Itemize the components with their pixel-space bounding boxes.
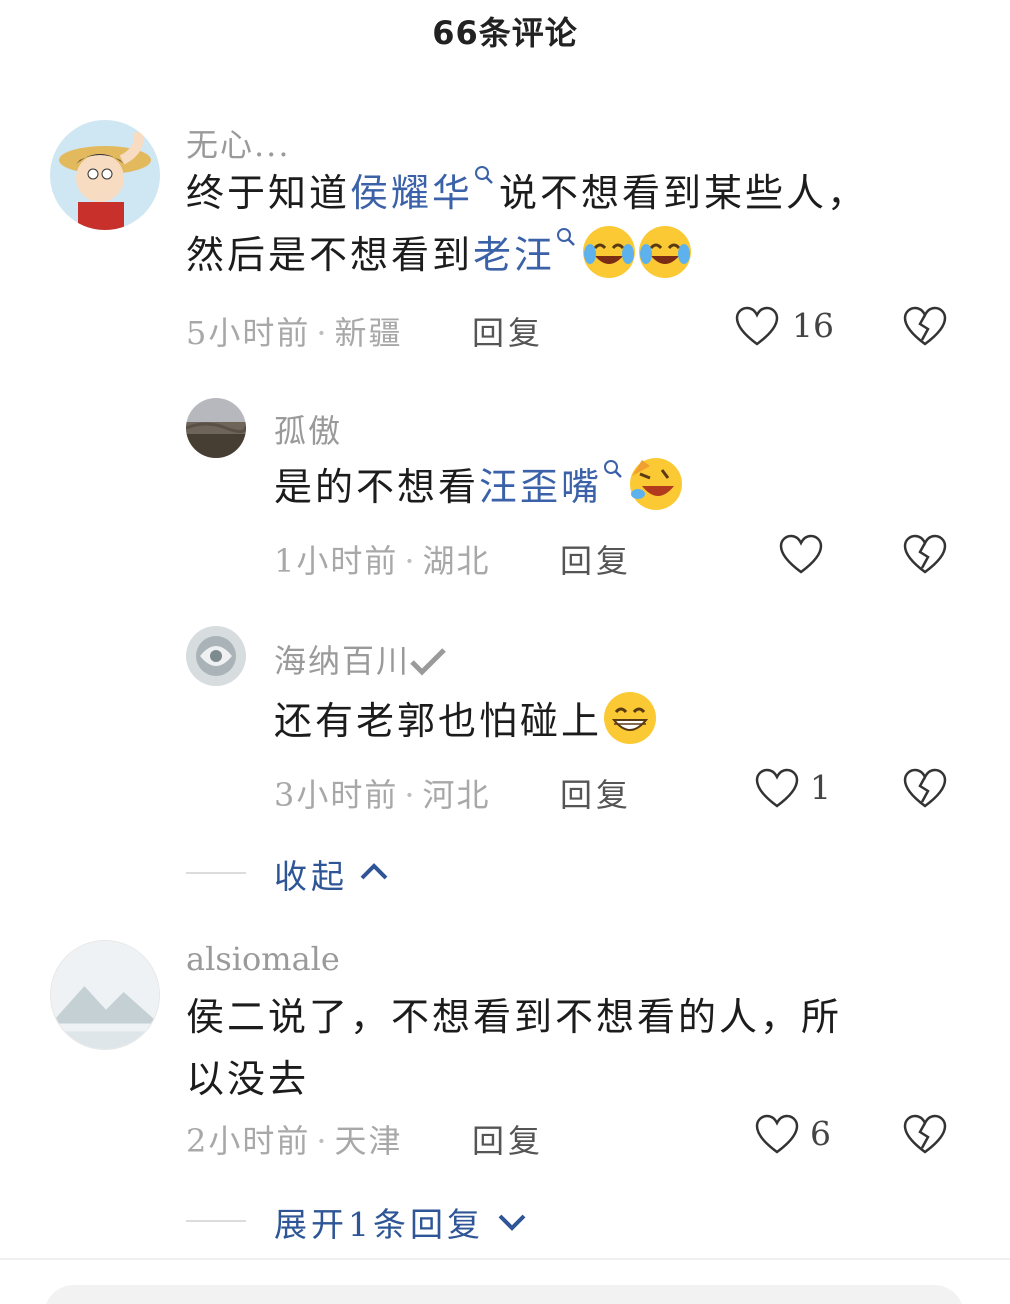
- broken-heart-icon[interactable]: [902, 532, 948, 578]
- comment-text: 侯二说了，不想看到不想看的人，所 以没去: [186, 995, 843, 1101]
- broken-heart-icon[interactable]: [902, 766, 948, 812]
- laugh-cry-emoji: [639, 226, 692, 278]
- divider: [0, 1258, 1010, 1260]
- comments-header: 66条评论: [0, 0, 1010, 60]
- comment-text: 还有老郭也怕碰上: [274, 690, 658, 752]
- comment-meta: 2小时前 · 天津: [186, 1122, 403, 1160]
- heart-icon[interactable]: [734, 304, 780, 350]
- search-icon: [557, 228, 575, 246]
- expand-label: 展开1条回复: [274, 1205, 484, 1244]
- divider: [186, 1220, 246, 1222]
- rofl-emoji: [630, 458, 683, 510]
- like-count: 6: [810, 1114, 831, 1153]
- comment-count-title: 66条评论: [432, 14, 578, 52]
- avatar[interactable]: [186, 626, 246, 686]
- heart-icon[interactable]: [754, 766, 800, 812]
- grin-emoji: [604, 692, 657, 744]
- heart-icon[interactable]: [754, 1112, 800, 1158]
- username[interactable]: 海纳百川: [274, 636, 446, 682]
- reply-button[interactable]: 回复: [560, 536, 632, 582]
- like-count: 1: [810, 768, 831, 807]
- search-link[interactable]: 汪歪嘴: [479, 465, 602, 509]
- divider: [186, 872, 246, 874]
- comment-meta: 3小时前 · 河北: [274, 776, 491, 814]
- chevron-down-icon: [498, 1214, 526, 1231]
- laugh-cry-emoji: [583, 226, 636, 278]
- username[interactable]: 孤傲: [274, 406, 342, 452]
- reply-button[interactable]: 回复: [560, 770, 632, 816]
- chevron-up-icon: [360, 863, 388, 880]
- collapse-label: 收起: [274, 857, 348, 896]
- username[interactable]: alsiomale: [186, 940, 340, 978]
- heart-icon[interactable]: [778, 532, 824, 578]
- search-icon: [475, 166, 493, 184]
- username[interactable]: 无心...: [186, 120, 291, 166]
- reply-button[interactable]: 回复: [472, 308, 544, 354]
- comment-input[interactable]: [44, 1285, 964, 1304]
- search-icon: [604, 460, 622, 478]
- avatar[interactable]: [186, 398, 246, 458]
- search-link[interactable]: 侯耀华: [350, 171, 473, 215]
- comment-meta: 1小时前 · 湖北: [274, 542, 491, 580]
- comment-text: 终于知道侯耀华 说不想看到某些人， 然后是不想看到老汪: [186, 162, 868, 286]
- verified-check-icon: [410, 648, 446, 676]
- like-count: 16: [792, 306, 834, 345]
- avatar[interactable]: [50, 940, 160, 1050]
- comment-meta: 5小时前 · 新疆: [186, 314, 403, 352]
- comment-text: 是的不想看汪歪嘴: [274, 456, 684, 518]
- reply-button[interactable]: 回复: [472, 1116, 544, 1162]
- broken-heart-icon[interactable]: [902, 304, 948, 350]
- search-link[interactable]: 老汪: [473, 233, 555, 277]
- broken-heart-icon[interactable]: [902, 1112, 948, 1158]
- avatar[interactable]: [50, 120, 160, 230]
